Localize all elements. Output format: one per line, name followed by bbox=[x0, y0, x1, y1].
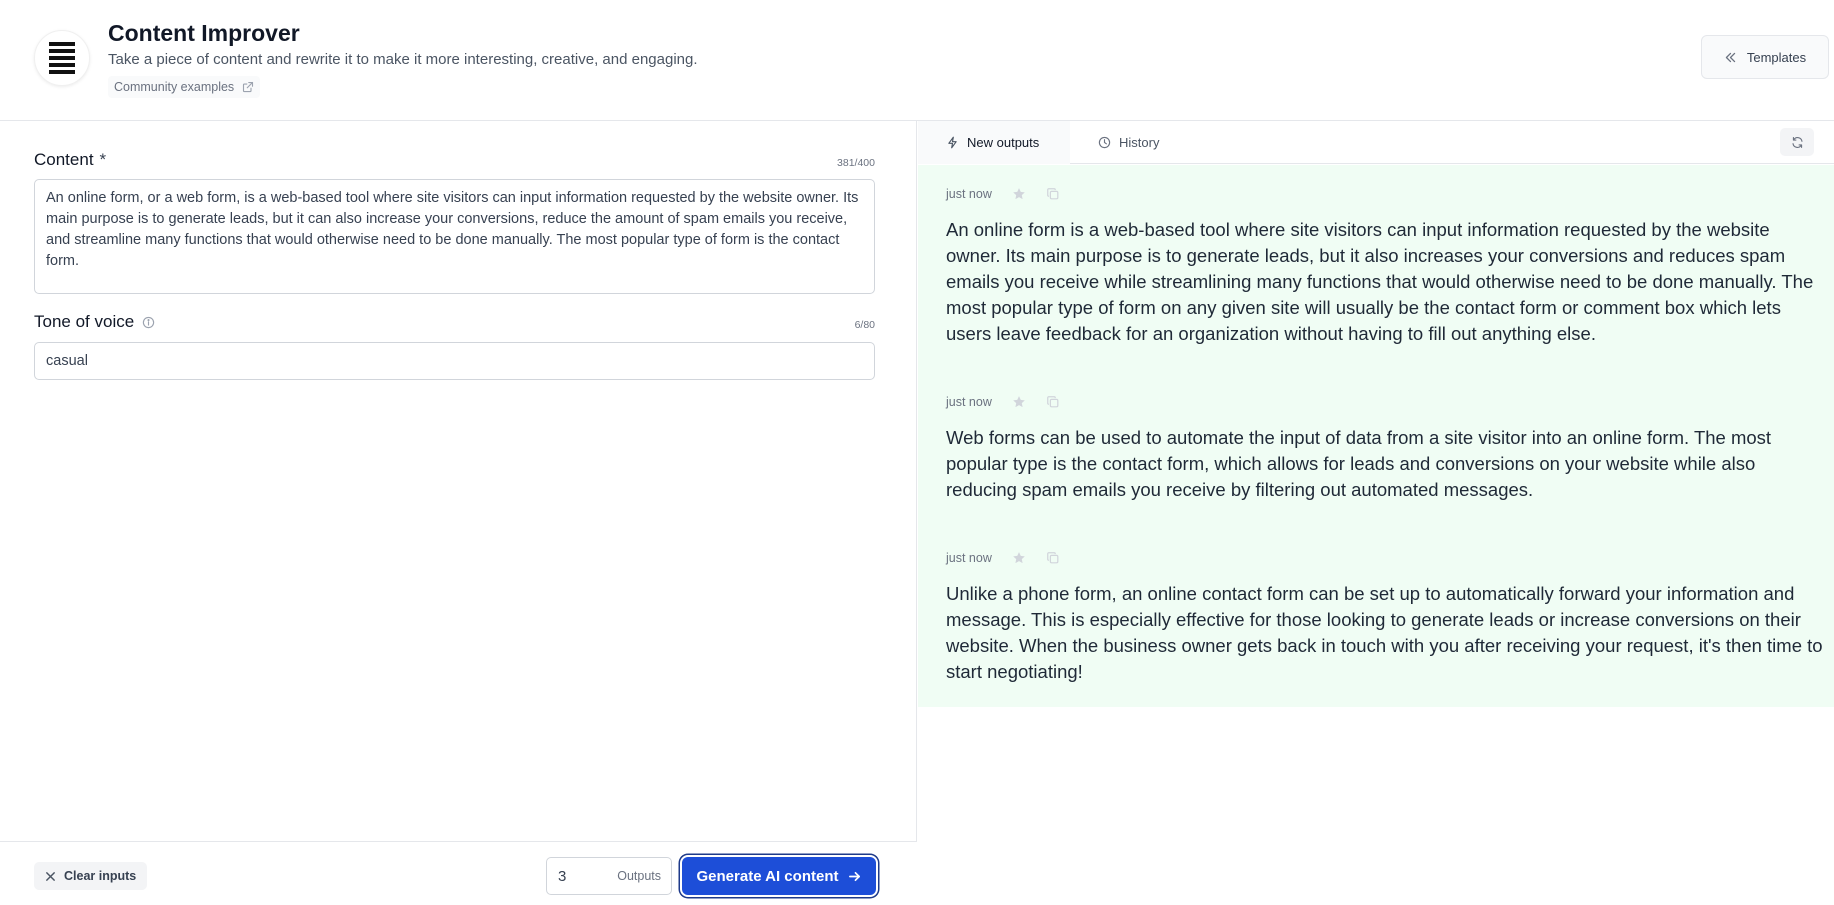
community-examples-label: Community examples bbox=[114, 80, 235, 94]
page-title: Content Improver bbox=[108, 20, 300, 46]
copy-icon[interactable] bbox=[1046, 551, 1060, 565]
tab-history[interactable]: History bbox=[1098, 121, 1208, 164]
app-logo-icon bbox=[34, 30, 90, 86]
clear-inputs-button[interactable]: Clear inputs bbox=[34, 862, 148, 890]
output-timestamp: just now bbox=[946, 187, 992, 201]
outputs-count-label: Outputs bbox=[617, 869, 661, 883]
form-footer: Clear inputs 3 Outputs Generate AI conte… bbox=[0, 841, 917, 905]
chevrons-left-icon bbox=[1724, 51, 1737, 64]
outputs-count-input[interactable]: 3 Outputs bbox=[546, 857, 672, 895]
output-meta: just now bbox=[946, 549, 1060, 567]
close-icon bbox=[45, 871, 56, 882]
output-panel: New outputs History just now An online f… bbox=[918, 121, 1834, 905]
refresh-icon bbox=[1791, 136, 1804, 149]
tab-new-outputs[interactable]: New outputs bbox=[918, 121, 1070, 164]
output-text: Unlike a phone form, an online contact f… bbox=[946, 583, 1823, 682]
output-meta: just now bbox=[946, 185, 1060, 203]
content-textarea[interactable]: An online form, or a web form, is a web-… bbox=[34, 179, 875, 294]
star-icon[interactable] bbox=[1012, 187, 1026, 201]
clock-icon bbox=[1098, 136, 1111, 149]
templates-button[interactable]: Templates bbox=[1701, 35, 1829, 79]
tab-new-outputs-label: New outputs bbox=[967, 135, 1040, 150]
outputs-list: just now An online form is a web-based t… bbox=[918, 165, 1834, 707]
refresh-button[interactable] bbox=[1780, 128, 1814, 156]
input-panel: Content * 381/400 An online form, or a we… bbox=[0, 121, 917, 905]
copy-icon[interactable] bbox=[1046, 395, 1060, 409]
copy-icon[interactable] bbox=[1046, 187, 1060, 201]
output-timestamp: just now bbox=[946, 395, 992, 409]
lightning-icon bbox=[946, 136, 959, 149]
app-header: Content Improver Take a piece of content… bbox=[0, 0, 1834, 121]
tone-input[interactable]: casual bbox=[34, 342, 875, 380]
content-char-counter: 381/400 bbox=[837, 157, 875, 169]
community-examples-link[interactable]: Community examples bbox=[108, 76, 261, 98]
clear-inputs-label: Clear inputs bbox=[64, 869, 137, 883]
output-text: An online form is a web-based tool where… bbox=[946, 219, 1814, 344]
page-subtitle: Take a piece of content and rewrite it t… bbox=[108, 51, 698, 68]
generate-ai-content-button[interactable]: Generate AI content bbox=[682, 857, 876, 895]
tab-history-label: History bbox=[1119, 135, 1160, 150]
required-mark: * bbox=[99, 150, 107, 169]
content-label: Content * bbox=[34, 150, 106, 170]
output-meta: just now bbox=[946, 393, 1060, 411]
external-link-icon bbox=[242, 81, 254, 93]
templates-label: Templates bbox=[1746, 49, 1807, 65]
arrow-right-icon bbox=[848, 870, 861, 883]
tone-char-counter: 6/80 bbox=[854, 319, 875, 331]
generate-label: Generate AI content bbox=[696, 867, 839, 885]
tone-label: Tone of voice bbox=[34, 312, 155, 332]
star-icon[interactable] bbox=[1012, 551, 1026, 565]
content-label-text: Content bbox=[34, 150, 94, 169]
output-tabs: New outputs History bbox=[918, 121, 1834, 164]
output-text: Web forms can be used to automate the in… bbox=[946, 427, 1772, 500]
outputs-count-value: 3 bbox=[558, 867, 567, 885]
output-timestamp: just now bbox=[946, 551, 992, 565]
tone-label-text: Tone of voice bbox=[34, 312, 135, 331]
info-icon[interactable] bbox=[142, 316, 155, 329]
star-icon[interactable] bbox=[1012, 395, 1026, 409]
